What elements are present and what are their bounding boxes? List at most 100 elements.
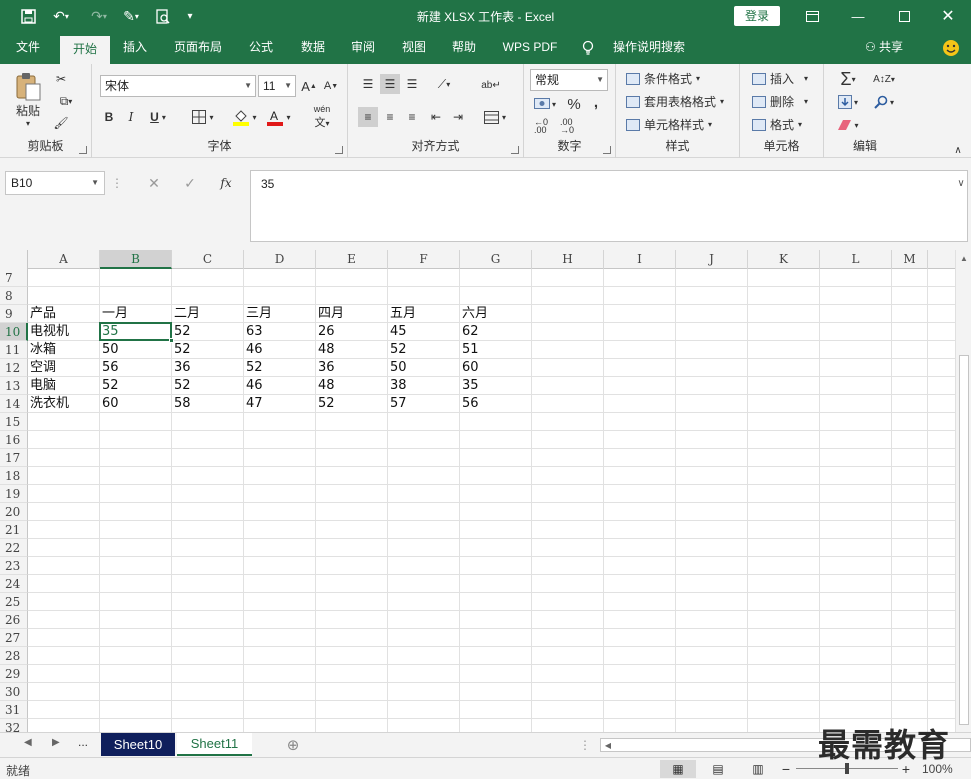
increase-decimal-icon[interactable]: ←0.00	[530, 116, 552, 136]
login-button[interactable]: 登录	[734, 6, 780, 26]
collapse-formula-bar-icon[interactable]: ∨	[954, 176, 968, 190]
cell-e8[interactable]	[316, 287, 388, 305]
smiley-feedback-icon[interactable]	[938, 32, 964, 64]
paste-button[interactable]: 粘贴 ▾	[10, 70, 46, 130]
cell-g13[interactable]: 35	[460, 377, 532, 395]
row-header-11[interactable]: 11	[0, 341, 28, 359]
row-header-30[interactable]: 30	[0, 683, 28, 701]
cell-d9[interactable]: 三月	[244, 305, 316, 323]
cell-e9[interactable]: 四月	[316, 305, 388, 323]
cell-a8[interactable]	[28, 287, 100, 305]
cell-e11[interactable]: 48	[316, 341, 388, 359]
ribbon-display-icon[interactable]	[789, 0, 835, 32]
normal-view-icon[interactable]: ▦	[660, 760, 696, 778]
orientation-icon[interactable]: ⟋ ▾	[430, 74, 458, 94]
cell-c12[interactable]: 36	[172, 359, 244, 377]
clear-eraser-icon[interactable]: ▾	[832, 115, 864, 135]
tab-review[interactable]: 审阅	[342, 32, 384, 64]
cell-b8[interactable]	[100, 287, 172, 305]
fill-handle[interactable]	[169, 338, 174, 343]
cell-f12[interactable]: 50	[388, 359, 460, 377]
italic-button[interactable]: I	[122, 108, 140, 126]
format-painter-brush-icon[interactable]: 🖌	[52, 114, 70, 132]
formula-input[interactable]: 35	[250, 170, 968, 242]
tab-split-grip-icon[interactable]: ⋮	[579, 737, 591, 753]
insert-cells-button[interactable]: 插入 ▾	[752, 70, 808, 87]
cell-f8[interactable]	[388, 287, 460, 305]
align-left-icon[interactable]: ≡	[358, 107, 378, 127]
cell-a10[interactable]: 电视机	[28, 323, 100, 341]
grow-font-icon[interactable]: A ▲	[300, 77, 318, 95]
column-header-j[interactable]: J	[676, 250, 748, 269]
cell-g7[interactable]	[460, 269, 532, 287]
tab-file[interactable]: 文件	[4, 32, 52, 64]
fill-color-icon[interactable]: ▾	[230, 108, 260, 126]
percent-style-button[interactable]: %	[564, 94, 584, 114]
row-header-27[interactable]: 27	[0, 629, 28, 647]
row-header-8[interactable]: 8	[0, 287, 28, 305]
column-header-i[interactable]: I	[604, 250, 676, 269]
align-right-icon[interactable]: ≡	[402, 107, 422, 127]
cell-c14[interactable]: 58	[172, 395, 244, 413]
row-header-23[interactable]: 23	[0, 557, 28, 575]
row-header-14[interactable]: 14	[0, 395, 28, 413]
cell-c8[interactable]	[172, 287, 244, 305]
vertical-scroll-thumb[interactable]	[959, 355, 969, 725]
column-header-e[interactable]: E	[316, 250, 388, 269]
cell-f13[interactable]: 38	[388, 377, 460, 395]
cell-styles-button[interactable]: 单元格样式 ▾	[626, 116, 712, 133]
confirm-entry-icon[interactable]: ✓	[176, 172, 204, 194]
increase-indent-icon[interactable]: ⇥	[448, 107, 468, 127]
row-header-24[interactable]: 24	[0, 575, 28, 593]
tab-wps-pdf[interactable]: WPS PDF	[496, 32, 564, 64]
bold-button[interactable]: B	[100, 108, 118, 126]
worksheet-grid[interactable]: ABCDEFGHIJKLM 7 8 9 10 11 12 13 14 15 16 17 18 19 20 2…	[0, 250, 971, 732]
column-header-k[interactable]: K	[748, 250, 820, 269]
cell-b7[interactable]	[100, 269, 172, 287]
cell-e12[interactable]: 36	[316, 359, 388, 377]
print-preview-icon[interactable]	[152, 6, 174, 26]
tab-data[interactable]: 数据	[292, 32, 334, 64]
cell-e10[interactable]: 26	[316, 323, 388, 341]
cell-b9[interactable]: 一月	[100, 305, 172, 323]
column-header-g[interactable]: G	[460, 250, 532, 269]
column-header-f[interactable]: F	[388, 250, 460, 269]
shrink-font-icon[interactable]: A ▼	[322, 77, 340, 95]
tell-me-search[interactable]: 操作说明搜索	[604, 32, 694, 64]
more-sheets-button[interactable]: ...	[78, 735, 88, 749]
cell-e7[interactable]	[316, 269, 388, 287]
next-sheet-icon[interactable]: ▶	[52, 737, 60, 748]
customize-toolbar-icon[interactable]: ▾	[182, 6, 198, 26]
column-header-b[interactable]: B	[100, 250, 172, 269]
font-launcher-icon[interactable]	[335, 146, 343, 154]
row-header-18[interactable]: 18	[0, 467, 28, 485]
row-header-17[interactable]: 17	[0, 449, 28, 467]
collapse-ribbon-icon[interactable]: ∧	[950, 144, 966, 156]
cancel-entry-icon[interactable]: ✕	[140, 172, 168, 194]
sheet-tab-sheet10[interactable]: Sheet10	[101, 733, 175, 756]
row-header-20[interactable]: 20	[0, 503, 28, 521]
tab-formulas[interactable]: 公式	[240, 32, 282, 64]
delete-cells-button[interactable]: 删除 ▾	[752, 93, 808, 110]
cell-area[interactable]: 产品 一月 二月 三月 四月 五月 六月 电视机 35 52 63 26 45 62 冰箱 50 52 46 48 5…	[28, 269, 955, 732]
cell-g10[interactable]: 62	[460, 323, 532, 341]
row-header-25[interactable]: 25	[0, 593, 28, 611]
format-as-table-button[interactable]: 套用表格格式 ▾	[626, 93, 724, 110]
column-header-l[interactable]: L	[820, 250, 892, 269]
clipboard-launcher-icon[interactable]	[79, 146, 87, 154]
align-middle-icon[interactable]: ☰	[380, 74, 400, 94]
cell-c10[interactable]: 52	[172, 323, 244, 341]
sheet-tab-sheet11[interactable]: Sheet11	[177, 733, 252, 756]
cell-d14[interactable]: 47	[244, 395, 316, 413]
font-name-select[interactable]: 宋体 ▼	[100, 75, 256, 97]
page-break-view-icon[interactable]: ▥	[744, 760, 772, 778]
autosum-icon[interactable]: Σ ▾	[832, 68, 864, 90]
row-header-10[interactable]: 10	[0, 323, 28, 341]
cell-b13[interactable]: 52	[100, 377, 172, 395]
align-center-icon[interactable]: ≡	[380, 107, 400, 127]
page-layout-view-icon[interactable]: ▤	[704, 760, 732, 778]
fill-down-icon[interactable]: ▾	[832, 92, 864, 112]
cell-f14[interactable]: 57	[388, 395, 460, 413]
name-box[interactable]: B10 ▼	[5, 171, 105, 195]
number-launcher-icon[interactable]	[603, 146, 611, 154]
